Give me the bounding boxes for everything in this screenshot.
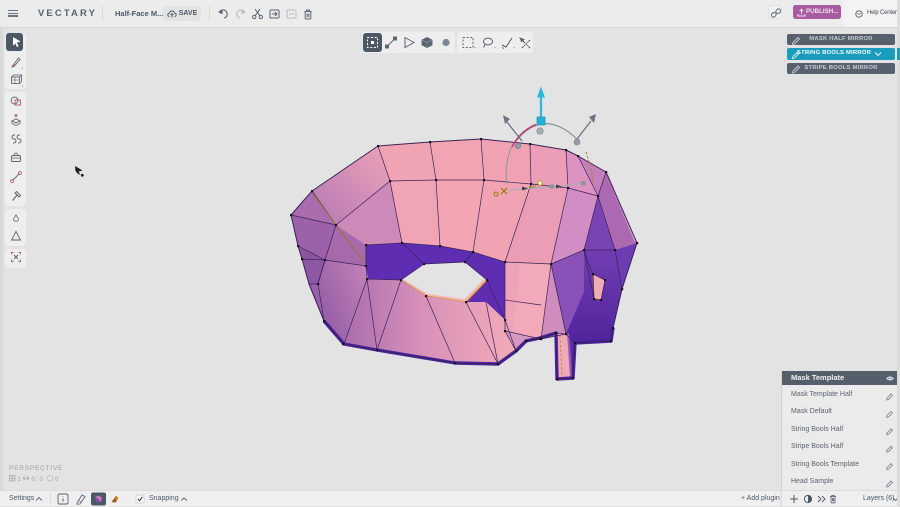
svg-text:0: 0: [40, 477, 44, 483]
svg-text:1: 1: [18, 477, 22, 483]
svg-text:0: 0: [55, 477, 59, 483]
svg-text:0: 0: [32, 477, 36, 483]
